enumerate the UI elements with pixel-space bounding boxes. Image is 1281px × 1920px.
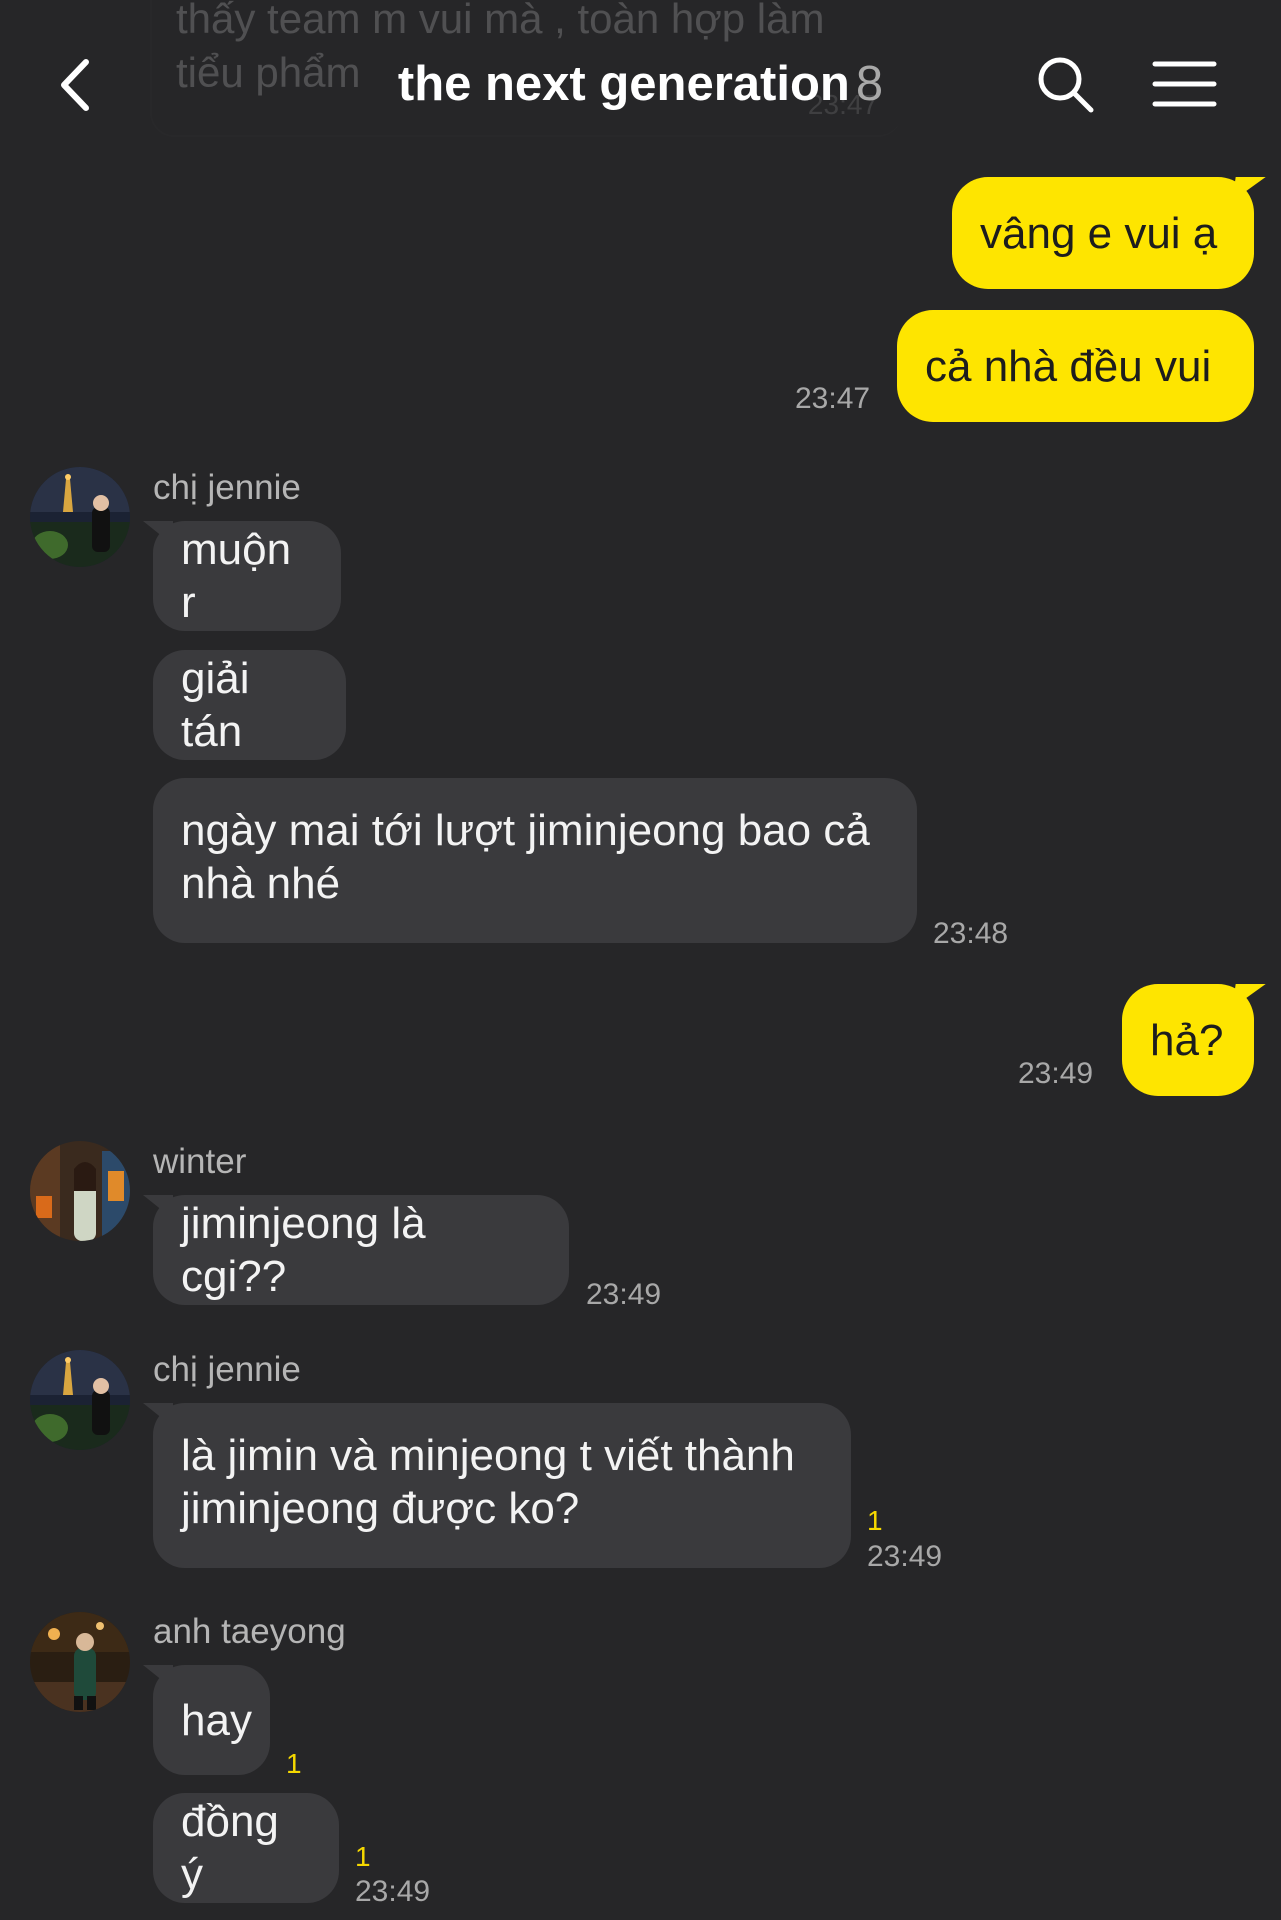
message-text: vâng e vui ạ: [980, 208, 1218, 258]
message-time: 23:47: [795, 382, 871, 415]
message-time: 23:49: [1018, 1057, 1094, 1090]
avatar-image: [30, 1141, 130, 1241]
search-button[interactable]: [1033, 52, 1099, 118]
their-message-bubble[interactable]: giải tán: [153, 650, 346, 760]
their-message-bubble[interactable]: hay: [143, 1665, 270, 1775]
message-text: giải tán: [181, 654, 250, 756]
message-text: muộn r: [181, 525, 292, 627]
their-message-bubble[interactable]: đồng ý: [153, 1793, 339, 1903]
avatar-chi-jennie[interactable]: [30, 1350, 130, 1450]
message-text: đồng ý: [181, 1797, 279, 1899]
hamburger-menu-icon: [1152, 61, 1217, 107]
message-text: hay: [181, 1695, 252, 1745]
message-text: cả nhà đều vui: [925, 341, 1212, 391]
message-text: ngày mai tới lượt jiminjeong bao cả nhà …: [181, 806, 870, 908]
message-text: jiminjeong là cgi??: [181, 1199, 426, 1301]
avatar-image: [30, 1350, 130, 1450]
their-message-bubble[interactable]: ngày mai tới lượt jiminjeong bao cả nhà …: [153, 778, 917, 943]
message-time: 23:49: [867, 1540, 943, 1573]
my-message-bubble[interactable]: cả nhà đều vui: [897, 310, 1254, 422]
message-time: 23:49: [586, 1278, 662, 1311]
sender-name: anh taeyong: [153, 1612, 346, 1651]
message-text: hả?: [1150, 1015, 1224, 1065]
message-time: 23:48: [933, 917, 1009, 950]
message-text: là jimin và minjeong t viết thành jiminj…: [181, 1431, 795, 1533]
menu-button[interactable]: [1150, 54, 1220, 114]
sender-name: winter: [153, 1142, 247, 1181]
avatar-winter[interactable]: [30, 1141, 130, 1241]
my-message-bubble[interactable]: hả?: [1122, 984, 1254, 1096]
my-message-bubble[interactable]: vâng e vui ạ: [952, 177, 1254, 289]
their-message-bubble[interactable]: jiminjeong là cgi??: [143, 1195, 569, 1305]
chat-header: the next generation 8: [0, 40, 1281, 130]
unread-count: 1: [867, 1505, 883, 1536]
avatar-image: [30, 467, 130, 567]
message-time: 23:49: [355, 1875, 431, 1908]
member-count: 8: [855, 57, 884, 111]
their-message-bubble[interactable]: muộn r: [143, 521, 341, 631]
unread-count: 1: [355, 1841, 371, 1872]
avatar-anh-taeyong[interactable]: [30, 1612, 130, 1712]
search-icon: [1038, 57, 1094, 113]
their-message-bubble[interactable]: là jimin và minjeong t viết thành jiminj…: [143, 1403, 851, 1568]
unread-count: 1: [286, 1748, 302, 1779]
sender-name: chị jennie: [153, 468, 301, 507]
sender-name: chị jennie: [153, 1350, 301, 1389]
chat-title-text: the next generation: [397, 57, 850, 111]
avatar-chi-jennie[interactable]: [30, 467, 130, 567]
avatar-image: [30, 1612, 130, 1712]
